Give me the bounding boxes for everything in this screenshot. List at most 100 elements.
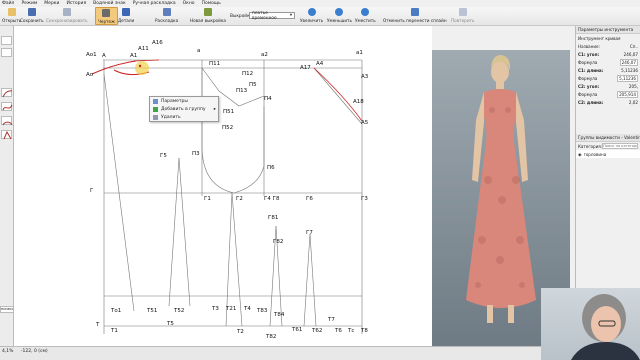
main-toolbar: Открыть Сохранить Синхронизировать Черте… xyxy=(0,7,640,26)
point-label: Т52 xyxy=(174,308,185,314)
point-label: Т21 xyxy=(226,306,237,312)
presenter-video xyxy=(571,294,640,360)
c2-angle-formula-field[interactable]: 205,914 xyxy=(617,90,638,98)
new-pattern-button[interactable]: Новая выкройка xyxy=(190,8,226,23)
spline-tool-button[interactable] xyxy=(1,102,13,111)
point-label: П51 xyxy=(223,109,235,115)
point-label: Г3 xyxy=(361,196,368,202)
drawing-canvas[interactable]: Ао1 А А1 А11 А16 Ао а а2 а1 А17 А4 А3 А1… xyxy=(14,26,432,346)
tool-button[interactable] xyxy=(1,48,12,57)
point-label: Г81 xyxy=(268,215,279,221)
curve-tool-button[interactable] xyxy=(1,88,13,98)
point-label: Т4 xyxy=(244,306,251,312)
panel-title: Параметры инструмента xyxy=(576,26,640,34)
menu-window[interactable]: Окно xyxy=(183,1,195,6)
eye-icon[interactable]: ◉ xyxy=(578,152,582,157)
zoom-out-button[interactable]: Уменьшить xyxy=(327,8,352,23)
groups-panel-title: Группы видимости - Valentina xyxy=(576,134,640,142)
point-label: А3 xyxy=(361,74,369,80)
c1-length-formula-field[interactable]: 5,11236 xyxy=(617,74,638,82)
formula-row: Формула 205,914 xyxy=(578,90,638,98)
menu-file[interactable]: Файл xyxy=(2,1,14,6)
open-button[interactable]: Открыть xyxy=(2,8,21,23)
webcam-overlay xyxy=(541,288,640,360)
point-label: А16 xyxy=(152,40,163,46)
c2-length-row: C2: длина: 2,02 xyxy=(578,99,638,105)
c2-angle-row: C2: угол: 205, xyxy=(578,83,638,89)
formula-row: Формула 5,11236 xyxy=(578,74,638,82)
point-label: Т8 xyxy=(361,328,368,334)
point-label: а xyxy=(197,48,201,54)
point-label: Т51 xyxy=(147,308,158,314)
menu-bar: Файл Режим Мерки История Водяной знак Ру… xyxy=(0,0,640,7)
tool-button[interactable] xyxy=(1,36,12,45)
point-label: Г5 xyxy=(160,153,167,159)
point-label: Т3 xyxy=(212,306,219,312)
c1-angle-formula-field[interactable]: 246,07 xyxy=(619,58,638,66)
point-label: То1 xyxy=(111,308,122,314)
draw-mode-button[interactable]: Чертеж xyxy=(95,7,118,25)
save-button[interactable]: Сохранить xyxy=(20,8,44,23)
left-panel-tab[interactable]: ническая д... xyxy=(0,306,14,313)
zoom-out-icon xyxy=(335,8,344,16)
fit-button[interactable]: Уместить xyxy=(355,8,376,23)
formula-row: Формула 246,07 xyxy=(578,58,638,66)
path-tool-button[interactable] xyxy=(1,130,12,140)
c1-angle-row: C1: угол: 246,07 xyxy=(578,51,638,57)
menu-history[interactable]: История xyxy=(66,1,86,6)
zoom-in-button[interactable]: Увеличить xyxy=(300,8,323,23)
point-label: Т7 xyxy=(328,317,335,323)
point-label: Тс xyxy=(348,328,355,334)
save-sync-button[interactable]: Синхронизировать xyxy=(46,8,88,23)
folder-icon xyxy=(7,8,16,16)
point-label: Т61 xyxy=(292,327,303,333)
pattern-select[interactable]: платье временное ▾ xyxy=(249,11,295,21)
context-menu-item-parameters[interactable]: Параметры xyxy=(150,97,218,105)
settings-icon xyxy=(153,98,158,104)
redo-icon xyxy=(458,8,467,16)
details-icon xyxy=(122,8,131,16)
menu-manual-layout[interactable]: Ручная раскладка xyxy=(133,1,176,6)
point-label: Т1 xyxy=(111,328,118,334)
context-menu-item-delete[interactable]: Удалить xyxy=(150,113,218,121)
tool-strip: ническая д... xyxy=(0,26,14,346)
details-mode-button[interactable]: Детали xyxy=(118,8,134,23)
category-row: Категория: xyxy=(576,142,640,150)
point-label: П4 xyxy=(264,96,272,102)
arc-tool-button[interactable] xyxy=(1,116,13,126)
layout-mode-button[interactable]: Раскладка xyxy=(155,8,178,23)
menu-mode[interactable]: Режим xyxy=(21,1,37,6)
point-label: Т2 xyxy=(237,329,244,335)
undo-button[interactable]: Отменить перенести сплайн xyxy=(383,8,447,23)
zoom-in-icon xyxy=(307,8,316,16)
point-label: А17 xyxy=(300,65,311,71)
menu-watermark[interactable]: Водяной знак xyxy=(93,1,126,6)
point-label: А4 xyxy=(316,61,324,67)
add-icon xyxy=(153,106,158,112)
point-label: Ао1 xyxy=(86,52,97,58)
menu-help[interactable]: Помощь xyxy=(202,1,221,6)
point-label: П5 xyxy=(249,82,257,88)
point-label: Т62 xyxy=(312,328,323,334)
point-label: П13 xyxy=(236,88,248,94)
menu-measurements[interactable]: Мерки xyxy=(44,1,59,6)
point-label: А5 xyxy=(361,120,369,126)
category-search-input[interactable] xyxy=(602,143,639,149)
new-pattern-icon xyxy=(203,8,212,16)
context-menu-item-add-to-group[interactable]: Добавить в группу ▸ xyxy=(150,105,218,113)
point-label: Г1 xyxy=(204,196,211,202)
point-label: Г82 xyxy=(273,239,284,245)
point-label: Г7 xyxy=(306,230,313,236)
point-label: П6 xyxy=(267,165,275,171)
point-label: П12 xyxy=(242,71,254,77)
curve-icon xyxy=(2,90,13,98)
point-label: Т5 xyxy=(167,321,174,327)
point-label: А1 xyxy=(130,53,138,59)
group-list-item[interactable]: ◉ горловина xyxy=(576,150,640,158)
point-label: Г4 Г8 xyxy=(264,196,280,202)
fit-icon xyxy=(361,8,370,16)
status-bar: 4,1% -122, 0 (см) xyxy=(0,346,575,360)
point-label: П11 xyxy=(209,61,221,67)
redo-button[interactable]: Повторить xyxy=(451,8,474,23)
cursor-coordinates: -122, 0 (см) xyxy=(20,349,48,354)
